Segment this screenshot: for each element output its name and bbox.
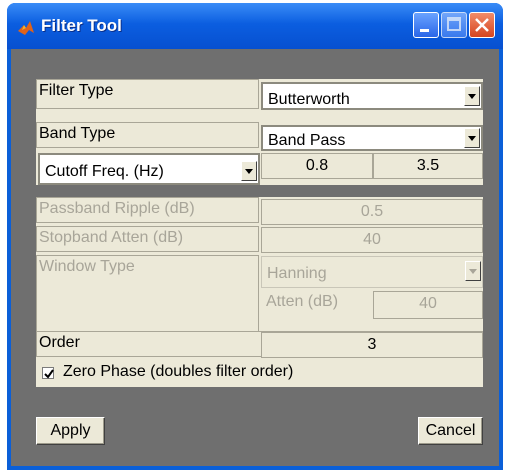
- filter-type-label: Filter Type: [36, 79, 259, 109]
- dialog-client-area: Filter Type Butterworth Band Type Band P…: [11, 49, 499, 466]
- band-type-value: Band Pass: [268, 132, 346, 149]
- cutoff-high-input[interactable]: 3.5: [373, 153, 483, 179]
- filter-type-select[interactable]: Butterworth: [261, 82, 483, 110]
- maximize-icon: [447, 17, 461, 31]
- chevron-down-icon[interactable]: [241, 161, 257, 181]
- zero-phase-checkbox[interactable]: [42, 367, 54, 379]
- matlab-logo-icon: [18, 21, 34, 35]
- window-title: Filter Tool: [41, 16, 122, 35]
- close-icon: [475, 18, 489, 32]
- window-type-label: Window Type: [36, 255, 259, 341]
- chevron-down-icon[interactable]: [464, 86, 480, 106]
- window-type-value: Hanning: [267, 265, 327, 282]
- close-button[interactable]: [469, 12, 495, 38]
- minimize-button[interactable]: [413, 12, 439, 38]
- band-type-select[interactable]: Band Pass: [261, 125, 483, 151]
- stopband-atten-input[interactable]: 40: [261, 227, 483, 253]
- passband-ripple-label: Passband Ripple (dB): [36, 197, 259, 223]
- apply-button[interactable]: Apply: [36, 417, 105, 445]
- checkmark-icon: [44, 369, 54, 379]
- chevron-down-icon[interactable]: [464, 128, 480, 148]
- band-type-label: Band Type: [36, 122, 259, 148]
- atten-input[interactable]: 40: [373, 291, 483, 319]
- cutoff-mode-value: Cutoff Freq. (Hz): [45, 163, 164, 180]
- title-bar[interactable]: Filter Tool: [7, 3, 503, 49]
- window-type-select[interactable]: Hanning: [261, 256, 483, 288]
- zero-phase-label: Zero Phase (doubles filter order): [63, 363, 294, 380]
- cutoff-mode-select[interactable]: Cutoff Freq. (Hz): [38, 153, 260, 185]
- maximize-button[interactable]: [441, 12, 467, 38]
- filter-type-value: Butterworth: [268, 91, 350, 108]
- passband-ripple-input[interactable]: 0.5: [261, 199, 483, 225]
- order-input[interactable]: 3: [261, 332, 483, 358]
- cancel-button[interactable]: Cancel: [418, 417, 483, 445]
- filter-tool-window: Filter Tool Filter Type Butterworth Band…: [7, 3, 503, 470]
- stopband-atten-label: Stopband Atten (dB): [36, 226, 259, 252]
- chevron-down-icon[interactable]: [465, 261, 481, 281]
- cutoff-low-input[interactable]: 0.8: [261, 153, 373, 179]
- minimize-icon: [420, 29, 429, 32]
- atten-label: Atten (dB): [266, 293, 339, 310]
